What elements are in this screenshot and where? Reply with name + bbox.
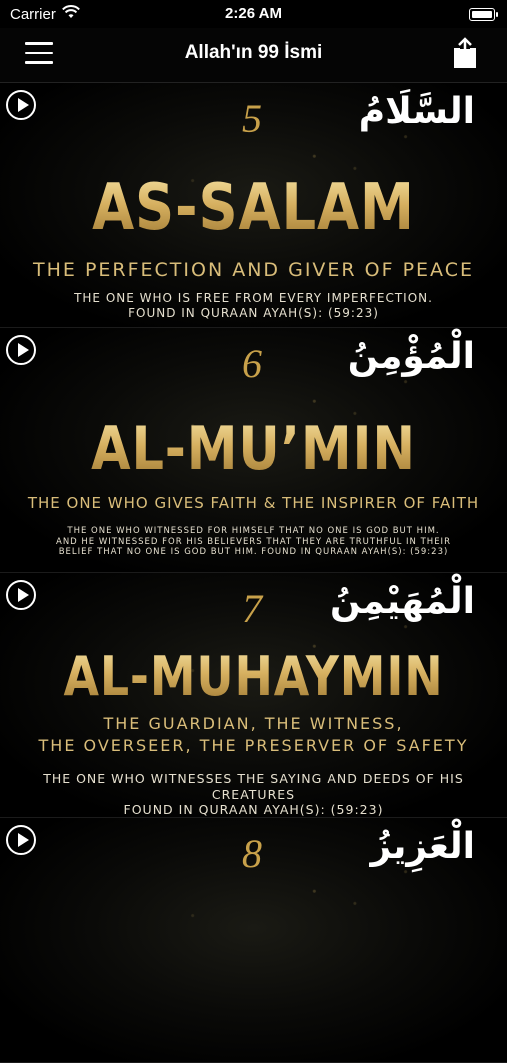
play-icon[interactable] — [6, 90, 36, 120]
play-icon[interactable] — [6, 825, 36, 855]
share-icon[interactable] — [451, 36, 479, 75]
arabic-name: الْعَزِيزُ — [370, 826, 475, 867]
status-time: 2:26 AM — [225, 5, 282, 22]
play-icon[interactable] — [6, 335, 36, 365]
name-description: THE ONE WHO IS FREE FROM EVERY IMPERFECT… — [74, 291, 433, 320]
hamburger-menu-icon[interactable] — [25, 42, 53, 64]
page-title: Allah'ın 99 İsmi — [184, 42, 323, 63]
name-meaning: THE PERFECTION AND GIVER OF PEACE — [33, 259, 474, 281]
arabic-name: السَّلَامُ — [358, 91, 475, 132]
name-number: 7 — [242, 586, 262, 631]
name-meaning: THE ONE WHO GIVES FAITH & THE INSPIRER O… — [27, 494, 480, 512]
name-card[interactable]: 6 الْمُؤْمِنُ AL-MU’MIN THE ONE WHO GIVE… — [0, 328, 507, 573]
name-meaning: THE GUARDIAN, THE WITNESS, THE OVERSEER,… — [38, 714, 469, 755]
battery-icon — [469, 8, 498, 21]
name-description: THE ONE WHO WITNESSED FOR HIMSELF THAT N… — [56, 526, 451, 558]
name-description: THE ONE WHO WITNESSES THE SAYING AND DEE… — [43, 771, 464, 818]
name-card[interactable]: 8 الْعَزِيزُ — [0, 818, 507, 1063]
status-bar: Carrier 2:26 AM — [0, 0, 507, 28]
name-card[interactable]: 5 السَّلَامُ AS-SALAM THE PERFECTION AND… — [0, 83, 507, 328]
play-icon[interactable] — [6, 580, 36, 610]
name-number: 6 — [242, 341, 262, 386]
navigation-bar: Allah'ın 99 İsmi — [0, 28, 507, 83]
arabic-name: الْمُهَيْمِنُ — [330, 581, 475, 622]
transliterated-name: AL-MU’MIN — [38, 414, 469, 484]
name-number: 8 — [242, 831, 262, 876]
name-number: 5 — [242, 96, 262, 141]
arabic-name: الْمُؤْمِنُ — [347, 336, 475, 377]
name-card[interactable]: 7 الْمُهَيْمِنُ AL-MUHAYMIN THE GUARDIAN… — [0, 573, 507, 818]
transliterated-name: AL-MUHAYMIN — [38, 645, 469, 708]
transliterated-name: AS-SALAM — [38, 171, 469, 245]
